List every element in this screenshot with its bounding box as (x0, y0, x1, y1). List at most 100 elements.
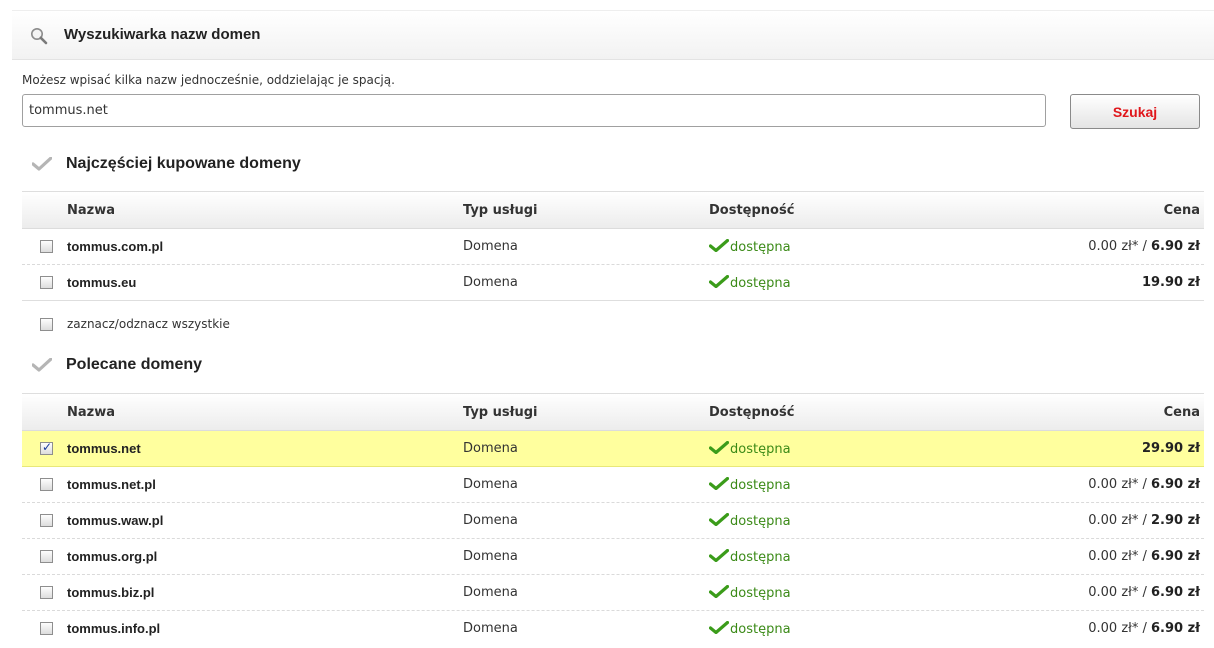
table-header: Nazwa Typ usługi Dostępność Cena (22, 393, 1204, 431)
table-header: Nazwa Typ usługi Dostępność Cena (22, 191, 1204, 229)
available-check-icon (709, 275, 729, 288)
section-title-label: Polecane domeny (66, 356, 203, 373)
availability: dostępna (709, 621, 791, 637)
availability-label: dostępna (730, 442, 791, 457)
domain-name: tommus.com.pl (67, 239, 164, 254)
available-check-icon (709, 549, 729, 562)
service-type: Domena (463, 441, 518, 456)
price-regular: 19.90 zł (1141, 275, 1200, 290)
price-regular: 6.90 zł (1151, 477, 1200, 492)
table-row[interactable]: tommus.com.pl Domena dostępna 0.00 zł* /… (22, 229, 1204, 265)
table-row[interactable]: tommus.org.pl Domena dostępna 0.00 zł* /… (22, 539, 1204, 575)
price-promo: 0.00 zł* / (1088, 477, 1151, 492)
domain-name: tommus.waw.pl (67, 513, 164, 528)
available-check-icon (709, 477, 729, 490)
domain-name: tommus.eu (67, 275, 137, 290)
availability: dostępna (709, 275, 791, 291)
availability-label: dostępna (730, 586, 791, 601)
row-checkbox[interactable] (40, 514, 53, 527)
price: 0.00 zł* / 2.90 zł (1088, 513, 1200, 528)
domain-search-input[interactable] (22, 94, 1046, 127)
row-checkbox[interactable] (40, 586, 53, 599)
price-regular: 29.90 zł (1141, 441, 1200, 456)
price-regular: 6.90 zł (1151, 621, 1200, 636)
row-checkbox[interactable] (40, 276, 53, 289)
price-regular: 6.90 zł (1151, 549, 1200, 564)
availability-label: dostępna (730, 514, 791, 529)
domain-name: tommus.org.pl (67, 549, 158, 564)
domain-name: tommus.info.pl (67, 621, 161, 636)
service-type: Domena (463, 275, 518, 290)
section-title-recommended: Polecane domeny (32, 356, 202, 374)
available-check-icon (709, 441, 729, 454)
price-promo: 0.00 zł* / (1088, 239, 1151, 254)
column-header-availability: Dostępność (709, 203, 795, 218)
price-promo: 0.00 zł* / (1088, 585, 1151, 600)
price: 0.00 zł* / 6.90 zł (1088, 549, 1200, 564)
availability-label: dostępna (730, 550, 791, 565)
domain-search-panel: Wyszukiwarka nazw domen Możesz wpisać ki… (12, 10, 1214, 648)
section-title-popular: Najczęściej kupowane domeny (32, 155, 301, 173)
availability: dostępna (709, 477, 791, 493)
domain-name: tommus.biz.pl (67, 585, 155, 600)
availability-label: dostępna (730, 276, 791, 291)
price-regular: 2.90 zł (1151, 513, 1200, 528)
search-hint: Możesz wpisać kilka nazw jednocześnie, o… (22, 73, 395, 87)
available-check-icon (709, 621, 729, 634)
check-icon (32, 358, 52, 372)
popular-domains-table: Nazwa Typ usługi Dostępność Cena tommus.… (22, 191, 1204, 301)
page-title: Wyszukiwarka nazw domen (64, 26, 261, 43)
toggle-all-checkbox[interactable] (40, 318, 53, 331)
service-type: Domena (463, 477, 518, 492)
availability: dostępna (709, 441, 791, 457)
price-regular: 6.90 zł (1151, 585, 1200, 600)
toggle-all-label[interactable]: zaznacz/odznacz wszystkie (67, 317, 230, 331)
price: 19.90 zł (1142, 275, 1200, 290)
price: 0.00 zł* / 6.90 zł (1088, 585, 1200, 600)
price: 0.00 zł* / 6.90 zł (1088, 477, 1200, 492)
row-checkbox[interactable] (40, 550, 53, 563)
row-checkbox[interactable] (40, 240, 53, 253)
availability: dostępna (709, 513, 791, 529)
domain-name: tommus.net.pl (67, 477, 156, 492)
available-check-icon (709, 513, 729, 526)
available-check-icon (709, 239, 729, 252)
price: 29.90 zł (1142, 441, 1200, 456)
panel-header: Wyszukiwarka nazw domen (12, 10, 1214, 60)
service-type: Domena (463, 585, 518, 600)
column-header-price: Cena (1163, 405, 1200, 420)
price-regular: 6.90 zł (1151, 239, 1200, 254)
domain-name: tommus.net (67, 441, 141, 456)
price: 0.00 zł* / 6.90 zł (1088, 621, 1200, 636)
section-title-label: Najczęściej kupowane domeny (66, 155, 301, 172)
table-row[interactable]: tommus.eu Domena dostępna 19.90 zł (22, 265, 1204, 301)
toggle-all[interactable]: zaznacz/odznacz wszystkie (22, 312, 422, 338)
service-type: Domena (463, 621, 518, 636)
search-icon (31, 28, 48, 45)
table-row[interactable]: tommus.waw.pl Domena dostępna 0.00 zł* /… (22, 503, 1204, 539)
availability-label: dostępna (730, 622, 791, 637)
availability: dostępna (709, 549, 791, 565)
column-header-availability: Dostępność (709, 405, 795, 420)
search-button[interactable]: Szukaj (1070, 94, 1200, 129)
column-header-name: Nazwa (67, 405, 116, 420)
column-header-type: Typ usługi (463, 405, 538, 420)
available-check-icon (709, 585, 729, 598)
availability: dostępna (709, 239, 791, 255)
row-checkbox[interactable] (40, 622, 53, 635)
table-row[interactable]: tommus.net.pl Domena dostępna 0.00 zł* /… (22, 467, 1204, 503)
check-icon (32, 157, 52, 171)
column-header-type: Typ usługi (463, 203, 538, 218)
table-row[interactable]: tommus.net Domena dostępna 29.90 zł (22, 431, 1204, 467)
table-row[interactable]: tommus.biz.pl Domena dostępna 0.00 zł* /… (22, 575, 1204, 611)
service-type: Domena (463, 549, 518, 564)
service-type: Domena (463, 239, 518, 254)
service-type: Domena (463, 513, 518, 528)
availability-label: dostępna (730, 478, 791, 493)
availability: dostępna (709, 585, 791, 601)
row-checkbox[interactable] (40, 440, 53, 455)
table-row[interactable]: tommus.info.pl Domena dostępna 0.00 zł* … (22, 611, 1204, 647)
column-header-price: Cena (1163, 203, 1200, 218)
row-checkbox[interactable] (40, 478, 53, 491)
availability-label: dostępna (730, 240, 791, 255)
